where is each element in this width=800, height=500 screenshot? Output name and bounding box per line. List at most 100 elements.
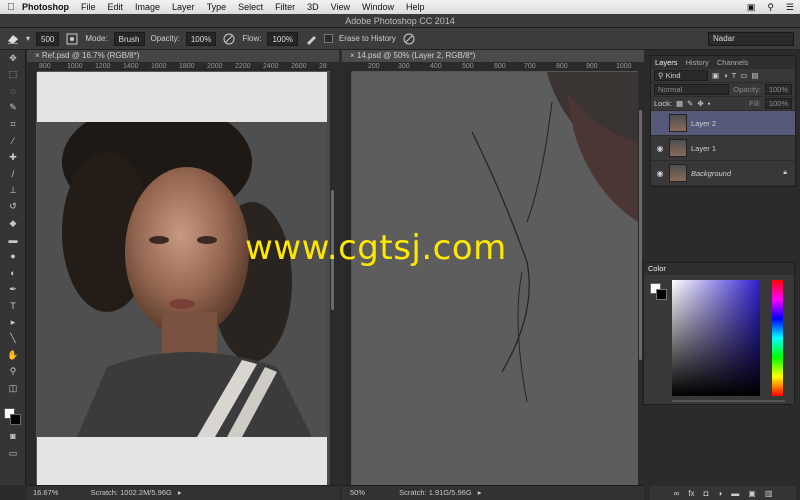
- brush-tool-icon[interactable]: /: [0, 166, 26, 183]
- brush-panel-icon[interactable]: [65, 32, 79, 46]
- background-color-swatch[interactable]: [10, 414, 21, 425]
- filter-type-icon[interactable]: T: [732, 71, 737, 80]
- opacity-input[interactable]: 100%: [185, 31, 217, 46]
- hand-tool-icon[interactable]: ✋: [0, 347, 26, 364]
- doc2-zoom[interactable]: 50%: [350, 488, 365, 497]
- lock-position-icon[interactable]: ✥: [697, 99, 703, 108]
- menu-view[interactable]: View: [331, 2, 350, 12]
- tab-layers[interactable]: Layers: [655, 58, 678, 67]
- dodge-tool-icon[interactable]: ◐: [0, 265, 26, 282]
- doc-tab-14[interactable]: × 14.psd @ 50% (Layer 2, RGB/8*): [342, 50, 644, 62]
- close-tab-icon[interactable]: ×: [35, 51, 40, 60]
- eye-icon[interactable]: ◉: [655, 169, 665, 178]
- pen-tool-icon[interactable]: ✒: [0, 281, 26, 298]
- add-mask-icon[interactable]: ◘: [704, 489, 709, 498]
- screen-mode-icon[interactable]: ▭: [0, 445, 26, 462]
- mode-label: Mode:: [85, 34, 108, 43]
- pressure-size-icon[interactable]: [402, 32, 416, 46]
- menu-image[interactable]: Image: [135, 2, 160, 12]
- layer-opacity-input[interactable]: 100%: [764, 84, 792, 95]
- menu-file[interactable]: File: [81, 2, 96, 12]
- layer-style-icon[interactable]: fx: [688, 489, 694, 498]
- screen-record-icon[interactable]: ▣: [747, 2, 756, 13]
- airbrush-icon[interactable]: [304, 32, 318, 46]
- history-brush-tool-icon[interactable]: ↺: [0, 199, 26, 216]
- gradient-tool-icon[interactable]: ▬: [0, 232, 26, 249]
- color-panel: Color: [643, 262, 795, 405]
- filter-shape-icon[interactable]: ▭: [740, 71, 747, 80]
- line-tool-icon[interactable]: ╲: [0, 331, 26, 348]
- color-ramp[interactable]: [672, 400, 785, 402]
- path-select-tool-icon[interactable]: ▸: [0, 314, 26, 331]
- menu-layer[interactable]: Layer: [172, 2, 195, 12]
- doc2-scrollbar[interactable]: [639, 110, 642, 360]
- menu-3d[interactable]: 3D: [307, 2, 319, 12]
- adjustment-icon[interactable]: ◑: [717, 489, 722, 498]
- crop-tool-icon[interactable]: ⌗: [0, 116, 26, 133]
- doc-tab-title: Ref.psd @ 16.7% (RGB/8*): [41, 51, 140, 60]
- flow-input[interactable]: 100%: [267, 31, 298, 46]
- vertical-ruler-doc2: [342, 72, 352, 485]
- eraser-tool-icon[interactable]: [6, 32, 20, 46]
- workspace-select[interactable]: Nadar: [708, 32, 794, 46]
- filter-smart-icon[interactable]: ▤: [751, 71, 758, 80]
- menu-edit[interactable]: Edit: [108, 2, 124, 12]
- canvas-ref[interactable]: [37, 72, 330, 485]
- hue-slider[interactable]: [772, 280, 783, 396]
- type-tool-icon[interactable]: T: [0, 298, 26, 315]
- apple-icon[interactable]: : [0, 2, 22, 13]
- zoom-tool-icon[interactable]: ⚲: [0, 364, 26, 381]
- menu-window[interactable]: Window: [362, 2, 394, 12]
- blend-mode-select[interactable]: Normal: [654, 84, 730, 95]
- close-tab-icon[interactable]: ×: [350, 51, 355, 60]
- filter-adjust-icon[interactable]: ◑: [723, 71, 728, 80]
- layer-row-layer-1[interactable]: ◉ Layer 1: [651, 136, 795, 161]
- app-menu[interactable]: Photoshop: [22, 2, 69, 12]
- brush-size-picker[interactable]: 500: [36, 31, 60, 46]
- mode-select[interactable]: Brush: [113, 31, 145, 46]
- menu-select[interactable]: Select: [238, 2, 263, 12]
- lasso-tool-icon[interactable]: ◌: [0, 83, 26, 100]
- doc-tab-ref[interactable]: × Ref.psd @ 16.7% (RGB/8*): [27, 50, 339, 62]
- new-layer-icon[interactable]: ▣: [748, 489, 756, 498]
- flow-label: Flow:: [242, 34, 262, 43]
- filter-pixel-icon[interactable]: ▣: [712, 71, 719, 80]
- delete-layer-icon[interactable]: ▥: [765, 489, 773, 498]
- blur-tool-icon[interactable]: ●: [0, 248, 26, 265]
- eyedropper-tool-icon[interactable]: ⁄: [0, 133, 26, 150]
- color-picker-field[interactable]: [672, 280, 760, 396]
- color-background-swatch[interactable]: [656, 289, 667, 300]
- quick-mask-icon[interactable]: ◙: [0, 428, 26, 445]
- spotlight-icon[interactable]: ⚲: [767, 2, 774, 13]
- fill-label: Fill:: [749, 99, 761, 108]
- stamp-tool-icon[interactable]: ⊥: [0, 182, 26, 199]
- link-layers-icon[interactable]: ∞: [674, 489, 680, 498]
- tab-history[interactable]: History: [686, 58, 709, 67]
- doc1-zoom[interactable]: 16.67%: [33, 488, 58, 497]
- lock-pixels-icon[interactable]: ▦: [676, 99, 683, 108]
- status-arrow-icon[interactable]: ▸: [178, 488, 182, 497]
- eraser-tool-icon[interactable]: ◆: [0, 215, 26, 232]
- eye-icon[interactable]: ◉: [655, 144, 665, 153]
- layer-row-layer-2[interactable]: Layer 2: [651, 111, 795, 136]
- list-icon[interactable]: ☰: [786, 2, 794, 13]
- marquee-tool-icon[interactable]: ⬚: [0, 67, 26, 84]
- fill-input[interactable]: 100%: [764, 98, 792, 109]
- reset-colors-icon[interactable]: ◫: [0, 380, 26, 397]
- lock-all-icon[interactable]: ▪: [708, 99, 711, 108]
- menu-type[interactable]: Type: [207, 2, 227, 12]
- healing-tool-icon[interactable]: ✚: [0, 149, 26, 166]
- pressure-opacity-icon[interactable]: [222, 32, 236, 46]
- menu-filter[interactable]: Filter: [275, 2, 295, 12]
- move-tool-icon[interactable]: ✥: [0, 50, 26, 67]
- quick-select-tool-icon[interactable]: ✎: [0, 100, 26, 117]
- new-group-icon[interactable]: ▬: [731, 489, 739, 498]
- status-arrow-icon[interactable]: ▸: [478, 488, 482, 497]
- canvas-14[interactable]: [352, 72, 638, 485]
- menu-help[interactable]: Help: [406, 2, 425, 12]
- layer-filter-select[interactable]: ⚲ Kind: [654, 70, 708, 81]
- erase-history-checkbox[interactable]: [323, 34, 333, 43]
- tab-channels[interactable]: Channels: [717, 58, 749, 67]
- layer-row-background[interactable]: ◉ Background 🔒︎: [651, 161, 795, 186]
- lock-image-icon[interactable]: ✎: [687, 99, 693, 108]
